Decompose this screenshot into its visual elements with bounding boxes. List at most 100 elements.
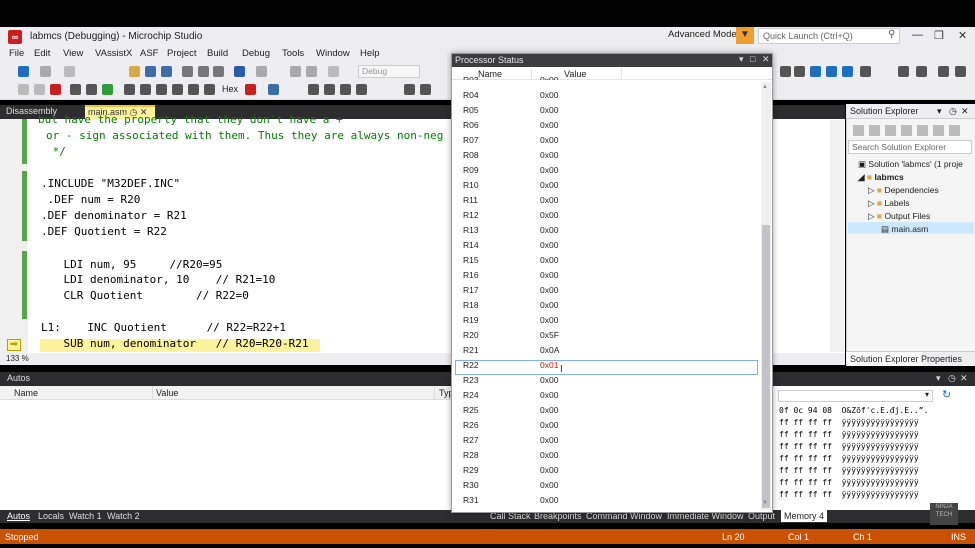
close-icon[interactable]: ✕: [958, 29, 967, 42]
step-into-icon[interactable]: [140, 84, 151, 95]
menu-edit[interactable]: Edit: [34, 48, 50, 59]
close-icon[interactable]: ✕: [762, 54, 770, 65]
step-out-icon[interactable]: [172, 84, 183, 95]
layout2-icon[interactable]: [420, 84, 431, 95]
tab-watch-2[interactable]: Watch 2: [107, 511, 140, 521]
menu-tools[interactable]: Tools: [282, 48, 304, 59]
filter-icon[interactable]: ▼: [736, 27, 754, 44]
tab-watch-1[interactable]: Watch 1: [69, 511, 102, 521]
project-node[interactable]: ◢ ■ labmcs: [858, 172, 904, 183]
code-line[interactable]: CLR Quotient // R22=0: [37, 289, 248, 302]
comment-icon[interactable]: [938, 66, 949, 77]
quick-launch-input[interactable]: Quick Launch (Ctrl+Q): [758, 28, 900, 44]
dropdown-icon[interactable]: ▾: [739, 54, 744, 65]
code-line[interactable]: .DEF num = R20: [41, 193, 141, 206]
solution-node[interactable]: ▣ Solution 'labmcs' (1 proje: [858, 159, 963, 170]
continue-icon[interactable]: [102, 84, 113, 95]
col-name[interactable]: Name: [478, 69, 502, 79]
menu-build[interactable]: Build: [207, 48, 228, 59]
new-project-icon[interactable]: [64, 66, 75, 77]
pin-icon[interactable]: ◷: [949, 106, 957, 117]
code-line[interactable]: */: [46, 145, 66, 158]
scroll-up-icon[interactable]: ▲: [762, 84, 768, 90]
step-back-icon[interactable]: [18, 84, 29, 95]
stop-icon[interactable]: [50, 84, 61, 95]
layout-icon[interactable]: [404, 84, 415, 95]
code-line[interactable]: .INCLUDE "M32DEF.INC": [41, 177, 180, 190]
menu-help[interactable]: Help: [360, 48, 380, 59]
restart-icon[interactable]: [124, 84, 135, 95]
cut-icon[interactable]: [182, 66, 193, 77]
code-line[interactable]: LDI num, 95 //R20=95: [37, 258, 222, 271]
tool-icon[interactable]: [780, 66, 791, 77]
scrollbar-thumb[interactable]: [762, 225, 770, 508]
menu-asf[interactable]: ASF: [140, 48, 158, 59]
scroll-down-icon[interactable]: ▼: [762, 500, 768, 506]
uncomment-icon[interactable]: [955, 66, 966, 77]
tree-item[interactable]: ▷ ■ Labels: [868, 198, 910, 209]
zoom-icon[interactable]: [306, 66, 317, 77]
tab-solution-explorer[interactable]: Solution Explorer: [847, 352, 922, 366]
pause-icon[interactable]: [34, 84, 45, 95]
tab-locals[interactable]: Locals: [38, 511, 64, 521]
dropdown-icon[interactable]: ▾: [925, 390, 929, 399]
outdent-icon[interactable]: [916, 66, 927, 77]
save-icon[interactable]: [145, 66, 156, 77]
pin-icon[interactable]: ◷: [948, 373, 956, 384]
col-name[interactable]: Name: [14, 388, 38, 398]
windows-icon[interactable]: [268, 84, 279, 95]
search-icon[interactable]: ⚲: [888, 29, 895, 40]
close-icon[interactable]: ✕: [960, 373, 968, 384]
menu-file[interactable]: File: [9, 48, 24, 59]
config-dropdown[interactable]: Debug: [358, 65, 420, 78]
forward-icon[interactable]: [40, 66, 51, 77]
col-value[interactable]: Value: [564, 69, 586, 79]
processor-icon[interactable]: [356, 84, 367, 95]
registers-icon[interactable]: [340, 84, 351, 95]
solution-search-input[interactable]: Search Solution Explorer: [848, 140, 972, 154]
indent-icon[interactable]: [898, 66, 909, 77]
breakpoint-icon[interactable]: [245, 84, 256, 95]
minimize-icon[interactable]: —: [912, 29, 923, 41]
tab-memory-4[interactable]: Memory 4: [781, 510, 828, 522]
find-icon[interactable]: [290, 66, 301, 77]
code-line[interactable]: LDI denominator, 10 // R21=10: [37, 273, 275, 286]
disassembly-icon[interactable]: [204, 84, 215, 95]
code-line[interactable]: .DEF Quotient = R22: [41, 225, 167, 238]
restore-icon[interactable]: ❐: [934, 29, 944, 42]
step-over-icon[interactable]: [156, 84, 167, 95]
tree-item[interactable]: ▷ ■ Dependencies: [868, 185, 939, 196]
chip-icon[interactable]: [842, 66, 853, 77]
save-all-icon[interactable]: [161, 66, 172, 77]
code-line[interactable]: but have the property that they don't ha…: [38, 113, 343, 126]
board-icon[interactable]: [860, 66, 871, 77]
code-line[interactable]: or - sign associated with them. Thus the…: [46, 129, 443, 142]
paste-icon[interactable]: [213, 66, 224, 77]
run-to-cursor-icon[interactable]: [188, 84, 199, 95]
editor-scrollbar[interactable]: [830, 120, 844, 352]
menu-vassistx[interactable]: VAssistX: [95, 48, 132, 59]
io-view-icon[interactable]: [324, 84, 335, 95]
code-line-current[interactable]: SUB num, denominator // R20=R20-R21: [37, 337, 308, 350]
tree-item[interactable]: ▷ ■ Output Files: [868, 211, 930, 222]
undo-icon[interactable]: [234, 66, 245, 77]
show-next-statement-icon[interactable]: [70, 84, 81, 95]
hex-toggle[interactable]: Hex: [222, 84, 238, 94]
device-icon[interactable]: [810, 66, 821, 77]
memory-address-select[interactable]: [778, 390, 933, 402]
tab-autos[interactable]: Autos: [7, 511, 30, 521]
start-icon[interactable]: [328, 66, 339, 77]
menu-window[interactable]: Window: [316, 48, 350, 59]
code-line[interactable]: L1: INC Quotient // R22=R22+1: [41, 321, 286, 334]
memory-window-icon[interactable]: [308, 84, 319, 95]
se-toolbar[interactable]: [853, 125, 963, 136]
refresh-icon[interactable]: ↻: [942, 388, 951, 401]
copy-icon[interactable]: [198, 66, 209, 77]
settings-icon[interactable]: [794, 66, 805, 77]
redo-icon[interactable]: [256, 66, 267, 77]
dropdown-icon[interactable]: ▾: [936, 373, 941, 384]
menu-view[interactable]: View: [63, 48, 83, 59]
menu-project[interactable]: Project: [167, 48, 197, 59]
tab-properties[interactable]: Properties: [921, 354, 962, 364]
code-line[interactable]: .DEF denominator = R21: [41, 209, 187, 222]
